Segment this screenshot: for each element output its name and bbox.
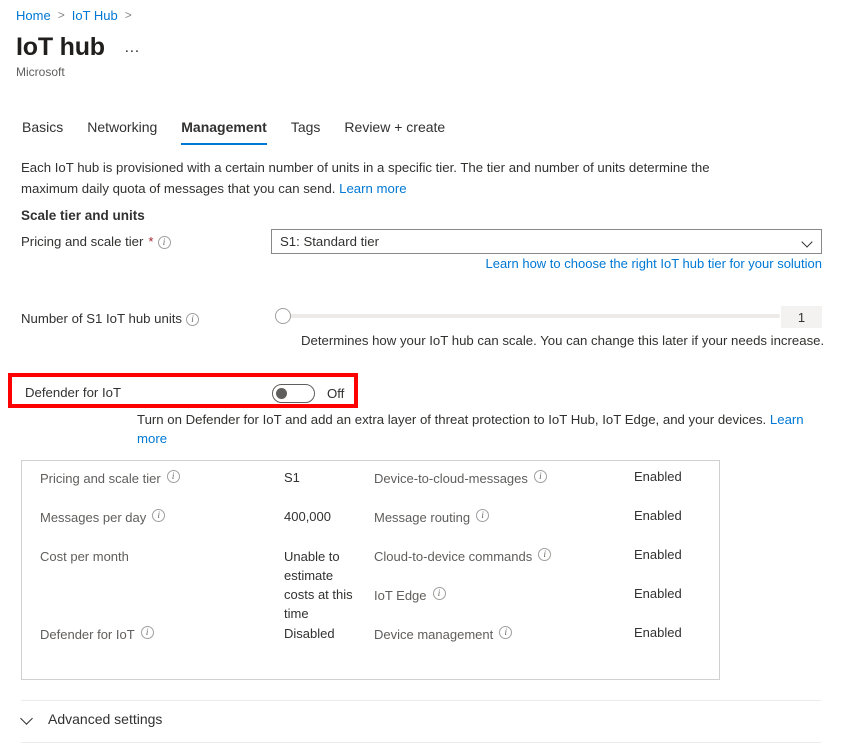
summary-label-text: Device management [374, 626, 493, 644]
summary-label-text: Messages per day [40, 509, 146, 527]
units-label: Number of S1 IoT hub units i [21, 310, 199, 328]
defender-help-description: Turn on Defender for IoT and add an extr… [137, 412, 766, 427]
info-icon[interactable]: i [534, 470, 547, 483]
page-title: IoT hub [16, 32, 105, 62]
defender-toggle-state: Off [327, 385, 344, 403]
info-icon[interactable]: i [499, 626, 512, 639]
info-icon[interactable]: i [476, 509, 489, 522]
advanced-divider-top [21, 700, 821, 701]
chevron-down-icon [21, 713, 34, 726]
summary-value: Enabled [634, 546, 682, 564]
advanced-settings-label: Advanced settings [48, 710, 162, 729]
required-asterisk: * [148, 233, 153, 251]
breadcrumb-separator-icon: > [125, 7, 132, 24]
summary-row-label: Pricing and scale tier i [40, 470, 180, 488]
info-icon[interactable]: i [433, 587, 446, 600]
advanced-settings-toggle[interactable]: Advanced settings [21, 710, 162, 729]
tab-review-create[interactable]: Review + create [332, 114, 457, 145]
summary-row-label: Device management i [374, 626, 512, 644]
tier-help-link[interactable]: Learn how to choose the right IoT hub ti… [485, 256, 822, 271]
defender-help-text: Turn on Defender for IoT and add an extr… [137, 410, 837, 448]
pricing-tier-label-text: Pricing and scale tier [21, 233, 143, 251]
summary-label-text: IoT Edge [374, 587, 427, 605]
summary-row-label: Messages per day i [40, 509, 165, 527]
pricing-tier-select[interactable]: S1: Standard tier [271, 229, 822, 254]
slider-track [283, 314, 780, 318]
info-icon[interactable]: i [186, 313, 199, 326]
summary-label-text: Message routing [374, 509, 470, 527]
info-icon[interactable]: i [141, 626, 154, 639]
more-options-icon[interactable]: … [121, 41, 144, 55]
summary-row-label: Defender for IoT i [40, 626, 154, 644]
summary-value: 400,000 [284, 508, 364, 526]
breadcrumb-item-home[interactable]: Home [16, 7, 51, 24]
intro-learn-more-link[interactable]: Learn more [339, 181, 406, 196]
summary-label-text: Pricing and scale tier [40, 470, 161, 488]
iot-hub-management-page: Home > IoT Hub > IoT hub … Microsoft Bas… [0, 0, 844, 748]
summary-value: Unable to estimate costs at this time [284, 547, 356, 623]
info-icon[interactable]: i [167, 470, 180, 483]
pricing-tier-value: S1: Standard tier [280, 234, 802, 249]
intro-text: Each IoT hub is provisioned with a certa… [21, 157, 711, 199]
summary-label-text: Cost per month [40, 548, 129, 566]
info-icon[interactable]: i [158, 236, 171, 249]
summary-value: Disabled [284, 625, 364, 643]
summary-row-label: Cloud-to-device commands i [374, 548, 551, 566]
tab-tags[interactable]: Tags [279, 114, 333, 145]
info-icon[interactable]: i [152, 509, 165, 522]
summary-value: Enabled [634, 585, 682, 603]
tab-management[interactable]: Management [169, 114, 279, 145]
pricing-tier-label: Pricing and scale tier * i [21, 233, 171, 251]
defender-toggle[interactable] [272, 384, 315, 403]
tab-networking[interactable]: Networking [75, 114, 169, 145]
toggle-knob [276, 388, 287, 399]
summary-table: Pricing and scale tier i Messages per da… [21, 460, 720, 680]
summary-row-label: Message routing i [374, 509, 489, 527]
units-help-text: Determines how your IoT hub can scale. Y… [301, 331, 824, 350]
units-value-box[interactable]: 1 [781, 306, 822, 328]
summary-row-label: Device-to-cloud-messages i [374, 470, 547, 488]
summary-value: Enabled [634, 507, 682, 525]
summary-label-text: Device-to-cloud-messages [374, 470, 528, 488]
chevron-down-icon [802, 236, 813, 247]
breadcrumb-separator-icon: > [58, 7, 65, 24]
tab-basics[interactable]: Basics [16, 114, 75, 145]
summary-value: Enabled [634, 468, 682, 486]
defender-label: Defender for IoT [25, 384, 121, 402]
summary-label-text: Cloud-to-device commands [374, 548, 532, 566]
summary-value: S1 [284, 469, 364, 487]
units-slider[interactable] [275, 307, 780, 325]
summary-value: Enabled [634, 624, 682, 642]
wizard-tabs: Basics Networking Management Tags Review… [16, 114, 457, 145]
units-label-text: Number of S1 IoT hub units [21, 310, 182, 328]
advanced-divider-bottom [21, 742, 821, 743]
summary-row-label: IoT Edge i [374, 587, 446, 605]
page-subtitle: Microsoft [16, 64, 65, 80]
breadcrumb-item-iot-hub[interactable]: IoT Hub [72, 7, 118, 24]
breadcrumb: Home > IoT Hub > [16, 7, 132, 24]
summary-row-label: Cost per month [40, 548, 129, 566]
info-icon[interactable]: i [538, 548, 551, 561]
summary-label-text: Defender for IoT [40, 626, 135, 644]
page-header: IoT hub … [16, 32, 144, 62]
scale-section-heading: Scale tier and units [21, 206, 145, 225]
slider-thumb[interactable] [275, 308, 291, 324]
